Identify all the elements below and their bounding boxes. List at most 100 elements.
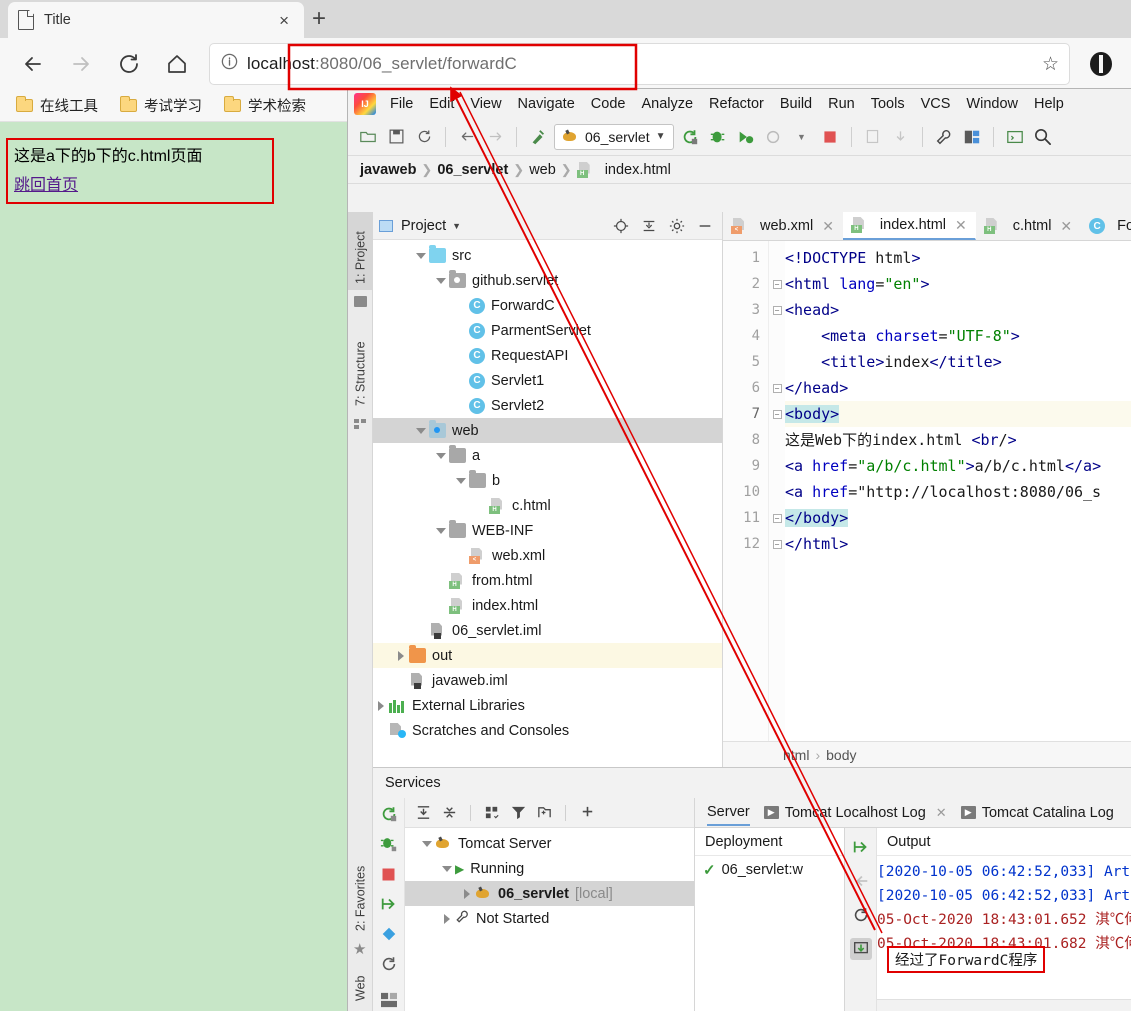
project-tree-item[interactable]: < web.xml (373, 543, 722, 568)
add-icon[interactable] (577, 803, 597, 823)
menu-code[interactable]: Code (583, 92, 634, 116)
collapse-all-icon[interactable] (638, 215, 660, 237)
run-with-coverage-icon[interactable] (734, 125, 758, 149)
dropdown-chevron-icon[interactable]: ▼ (790, 125, 814, 149)
deploy-icon[interactable] (379, 894, 399, 914)
expand-arrow-icon[interactable] (433, 523, 449, 539)
code-line[interactable]: <!DOCTYPE html> (785, 245, 1131, 271)
profile-avatar[interactable] (1083, 46, 1119, 82)
tool-window-web[interactable]: Web (348, 965, 373, 1007)
add-tab-icon[interactable] (534, 803, 554, 823)
breadcrumb-item-project[interactable]: javaweb (360, 162, 416, 178)
services-tab[interactable]: ▶ Tomcat Catalina Log (960, 801, 1114, 825)
services-tree-item[interactable]: Not Started (405, 906, 694, 931)
expand-arrow-icon[interactable] (433, 448, 449, 464)
tool-window-favorites[interactable]: 2: Favorites (348, 837, 373, 937)
tool-window-project[interactable]: 1: Project (348, 212, 373, 290)
project-tree-item[interactable]: C ParmentServlet (373, 318, 722, 343)
expand-arrow-icon[interactable] (433, 273, 449, 289)
code-area[interactable]: 1 2 3 4 5 6 7 8 9 10 11 12 − − − − − − <!DOCTYPE html> <h… (723, 241, 1131, 741)
deploy-to-server-icon[interactable] (850, 836, 872, 858)
code-line[interactable]: <head> (785, 297, 1131, 323)
code-line[interactable]: <title>index</title> (785, 349, 1131, 375)
debug-icon[interactable] (379, 834, 399, 854)
menu-build[interactable]: Build (772, 92, 820, 116)
expand-arrow-icon[interactable] (413, 423, 429, 439)
services-tab[interactable]: ▶ Tomcat Localhost Log ✕ (763, 801, 947, 825)
services-tree-item[interactable]: ▶ Running (405, 856, 694, 881)
browser-tab[interactable]: Title × (8, 2, 304, 38)
menu-window[interactable]: Window (958, 92, 1026, 116)
menu-file[interactable]: File (382, 92, 421, 116)
address-bar[interactable]: localhost:8080/06_servlet/forwardC ☆ (210, 44, 1069, 84)
bookmark-item[interactable]: 在线工具 (16, 95, 98, 116)
editor-tab[interactable]: < web.xml ✕ (723, 212, 843, 240)
layout-icon[interactable] (379, 990, 399, 1010)
code-line[interactable]: <a href="a/b/c.html">a/b/c.html</a> (785, 453, 1131, 479)
edit-configurations-icon[interactable] (379, 924, 399, 944)
project-tree[interactable]: src github.servlet C ForwardC C ParmentServle… (373, 240, 722, 767)
terminal-icon[interactable] (1003, 125, 1027, 149)
project-tree-item[interactable]: C RequestAPI (373, 343, 722, 368)
project-tree-item[interactable]: C Servlet2 (373, 393, 722, 418)
code-lines[interactable]: <!DOCTYPE html> <html lang="en"> <head> <m… (785, 241, 1131, 741)
rerun-icon[interactable] (678, 125, 702, 149)
collapse-arrow-icon[interactable] (459, 886, 475, 902)
refresh-icon[interactable] (379, 954, 399, 974)
menu-analyze[interactable]: Analyze (633, 92, 701, 116)
services-tree-item[interactable]: Tomcat Server (405, 831, 694, 856)
bookmark-item[interactable]: 考试学习 (120, 95, 202, 116)
menu-navigate[interactable]: Navigate (510, 92, 583, 116)
code-line[interactable]: </head> (785, 375, 1131, 401)
project-tree-item[interactable]: Scratches and Consoles (373, 718, 722, 743)
project-tree-item[interactable]: javaweb.iml (373, 668, 722, 693)
collapse-all-icon[interactable] (439, 803, 459, 823)
collapse-arrow-icon[interactable] (373, 698, 389, 714)
back-arrow-icon[interactable] (12, 43, 54, 85)
tool-window-structure[interactable]: 7: Structure (348, 316, 373, 412)
editor-breadcrumb-body[interactable]: body (826, 747, 856, 763)
project-tree-item[interactable]: Hc.html (373, 493, 722, 518)
project-tree-item[interactable]: src (373, 243, 722, 268)
build-icon[interactable] (526, 125, 550, 149)
collapse-arrow-icon[interactable] (393, 648, 409, 664)
close-icon[interactable]: ✕ (936, 805, 947, 821)
project-tree-item[interactable]: C Servlet1 (373, 368, 722, 393)
code-line[interactable]: <body> (785, 401, 1131, 427)
navigate-back-icon[interactable] (455, 125, 479, 149)
editor-tab[interactable]: Hindex.html ✕ (842, 212, 976, 240)
code-folding-column[interactable]: − − − − − − (769, 241, 785, 741)
rerun-icon[interactable] (379, 804, 399, 824)
save-icon[interactable] (384, 125, 408, 149)
fold-marker[interactable]: − (769, 531, 785, 557)
info-icon[interactable] (220, 52, 239, 76)
close-icon[interactable]: ✕ (1060, 218, 1072, 235)
fold-marker[interactable]: − (769, 401, 785, 427)
project-tree-item[interactable]: github.servlet (373, 268, 722, 293)
redeploy-icon[interactable] (850, 904, 872, 926)
breadcrumb-item-module[interactable]: 06_servlet (437, 162, 508, 178)
new-tab-button[interactable]: + (312, 7, 326, 31)
code-line[interactable]: </body> (785, 505, 1131, 531)
sync-icon[interactable] (412, 125, 436, 149)
project-tree-item[interactable]: b (373, 468, 722, 493)
stop-icon[interactable] (379, 864, 399, 884)
project-tree-item[interactable]: Hindex.html (373, 593, 722, 618)
collapse-arrow-icon[interactable] (439, 911, 455, 927)
menu-vcs[interactable]: VCS (913, 92, 959, 116)
close-icon[interactable]: ✕ (955, 217, 967, 234)
stop-icon[interactable] (818, 125, 842, 149)
bookmark-star-icon[interactable]: ☆ (1042, 53, 1059, 76)
project-tree-item[interactable]: a (373, 443, 722, 468)
fold-marker[interactable]: − (769, 271, 785, 297)
filter-icon[interactable] (508, 803, 528, 823)
output-horizontal-scrollbar[interactable] (877, 999, 1131, 1011)
expand-arrow-icon[interactable] (419, 836, 435, 852)
services-tree-item[interactable]: 06_servlet [local] (405, 881, 694, 906)
fold-marker[interactable]: − (769, 505, 785, 531)
close-icon[interactable]: ✕ (822, 218, 834, 235)
wrench-icon[interactable] (932, 125, 956, 149)
bookmark-item[interactable]: 学术检索 (224, 95, 306, 116)
project-tree-item[interactable]: External Libraries (373, 693, 722, 718)
code-line[interactable]: 这是Web下的index.html <br/> (785, 427, 1131, 453)
